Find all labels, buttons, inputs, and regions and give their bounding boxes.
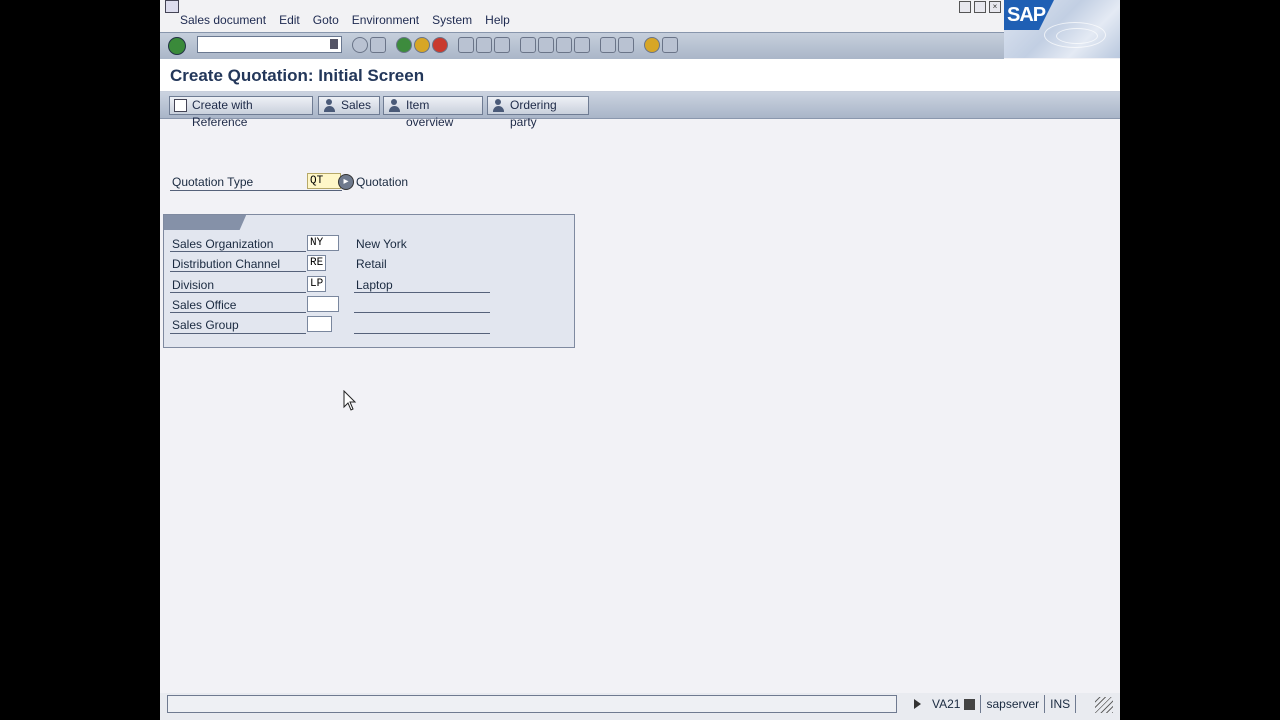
save-icon[interactable] bbox=[370, 37, 386, 53]
server-info-icon[interactable] bbox=[964, 699, 976, 711]
sales-org-description: New York bbox=[356, 237, 407, 251]
sales-button[interactable]: Sales bbox=[318, 96, 380, 115]
distribution-channel-input[interactable]: RE bbox=[307, 255, 326, 271]
description-underline bbox=[354, 312, 490, 313]
shortcut-icon[interactable] bbox=[618, 37, 634, 53]
command-field[interactable] bbox=[197, 36, 342, 53]
menu-edit[interactable]: Edit bbox=[279, 13, 300, 27]
sap-logo-mark: SAP bbox=[1004, 0, 1054, 30]
toolbar-separator bbox=[636, 37, 642, 53]
distribution-channel-label: Distribution Channel bbox=[172, 257, 281, 271]
value-help-icon[interactable]: ▸ bbox=[338, 174, 354, 190]
person-icon bbox=[492, 99, 505, 112]
new-session-icon[interactable] bbox=[600, 37, 616, 53]
quotation-type-label: Quotation Type bbox=[172, 175, 254, 189]
minimize-icon[interactable] bbox=[959, 1, 971, 13]
enter-icon[interactable] bbox=[168, 37, 186, 55]
toolbar-separator bbox=[512, 37, 518, 53]
command-history-icon[interactable] bbox=[330, 39, 338, 49]
toolbar-icons bbox=[352, 37, 678, 53]
toolbar-separator bbox=[592, 37, 598, 53]
last-page-icon[interactable] bbox=[574, 37, 590, 53]
menu-environment[interactable]: Environment bbox=[352, 13, 419, 27]
sales-office-input[interactable] bbox=[307, 296, 339, 312]
division-label: Division bbox=[172, 278, 215, 292]
close-icon[interactable]: × bbox=[989, 1, 1001, 13]
create-with-reference-label: Create with Reference bbox=[192, 98, 253, 129]
toolbar-separator bbox=[388, 37, 394, 53]
sales-org-input[interactable]: NY bbox=[307, 235, 339, 251]
ordering-party-label: Ordering party bbox=[510, 98, 557, 129]
first-page-icon[interactable] bbox=[520, 37, 536, 53]
window-controls: × bbox=[959, 1, 1001, 13]
field-underline bbox=[170, 312, 306, 313]
previous-page-icon[interactable] bbox=[538, 37, 554, 53]
status-server: sapserver bbox=[981, 695, 1046, 713]
description-underline bbox=[354, 333, 490, 334]
sales-label: Sales bbox=[341, 98, 372, 112]
system-menu-icon[interactable] bbox=[165, 0, 179, 13]
group-title-tab bbox=[164, 215, 247, 230]
sales-group-label: Sales Group bbox=[172, 318, 239, 332]
quotation-type-input[interactable]: QT bbox=[307, 173, 341, 189]
maximize-icon[interactable] bbox=[974, 1, 986, 13]
distribution-channel-description: Retail bbox=[356, 257, 387, 271]
item-overview-button[interactable]: Item overview bbox=[383, 96, 483, 129]
application-toolbar: Create with Reference Sales Item overvie… bbox=[160, 92, 1120, 129]
field-underline bbox=[170, 271, 306, 272]
exit-icon[interactable] bbox=[414, 37, 430, 53]
sales-office-label: Sales Office bbox=[172, 298, 237, 312]
toolbar-separator bbox=[450, 37, 456, 53]
menu-system[interactable]: System bbox=[432, 13, 472, 27]
ordering-party-button[interactable]: Ordering party bbox=[487, 96, 589, 129]
print-icon[interactable] bbox=[458, 37, 474, 53]
sales-group-input[interactable] bbox=[307, 316, 332, 332]
field-underline bbox=[170, 333, 306, 334]
standard-toolbar bbox=[160, 32, 1004, 60]
division-description: Laptop bbox=[356, 278, 393, 292]
field-underline bbox=[170, 292, 306, 293]
person-icon bbox=[323, 99, 336, 112]
field-underline bbox=[170, 190, 342, 191]
sales-org-label: Sales Organization bbox=[172, 237, 274, 251]
division-input[interactable]: LP bbox=[307, 276, 326, 292]
item-overview-label: Item overview bbox=[406, 98, 454, 129]
person-icon bbox=[388, 99, 401, 112]
sap-gui-window: Sales document Edit Goto Environment Sys… bbox=[160, 0, 1120, 720]
mouse-pointer-icon bbox=[343, 390, 357, 411]
menu-items: Sales document Edit Goto Environment Sys… bbox=[180, 13, 523, 27]
title-bar: Create Quotation: Initial Screen bbox=[160, 59, 1120, 92]
status-info: VA21 sapserver INS bbox=[908, 695, 1077, 713]
find-icon[interactable] bbox=[476, 37, 492, 53]
status-mode: INS bbox=[1045, 695, 1077, 713]
status-message-area bbox=[167, 695, 897, 713]
menu-help[interactable]: Help bbox=[485, 13, 510, 27]
menu-sales-document[interactable]: Sales document bbox=[180, 13, 266, 27]
transaction-code: VA21 bbox=[932, 697, 961, 711]
page-title: Create Quotation: Initial Screen bbox=[170, 66, 425, 85]
cancel-icon[interactable] bbox=[432, 37, 448, 53]
sap-logo: SAP bbox=[1004, 0, 1120, 58]
find-next-icon[interactable] bbox=[494, 37, 510, 53]
menu-goto[interactable]: Goto bbox=[313, 13, 339, 27]
menu-bar: Sales document Edit Goto Environment Sys… bbox=[160, 0, 1120, 32]
field-underline bbox=[170, 251, 306, 252]
status-bar: VA21 sapserver INS bbox=[160, 693, 1120, 720]
resize-grip-icon[interactable] bbox=[1095, 697, 1113, 713]
description-underline bbox=[354, 292, 490, 293]
status-transaction: VA21 bbox=[927, 695, 982, 713]
help-icon[interactable] bbox=[644, 37, 660, 53]
back-icon[interactable] bbox=[396, 37, 412, 53]
quotation-type-description: Quotation bbox=[356, 175, 409, 189]
logo-ring bbox=[1056, 28, 1098, 44]
expand-status-icon[interactable] bbox=[914, 699, 921, 709]
layout-menu-icon[interactable] bbox=[662, 37, 678, 53]
create-with-reference-button[interactable]: Create with Reference bbox=[169, 96, 313, 129]
sap-logo-text: SAP bbox=[1007, 4, 1046, 26]
next-page-icon[interactable] bbox=[556, 37, 572, 53]
copy-document-icon bbox=[174, 99, 187, 112]
back-arrow-icon[interactable] bbox=[352, 37, 368, 53]
